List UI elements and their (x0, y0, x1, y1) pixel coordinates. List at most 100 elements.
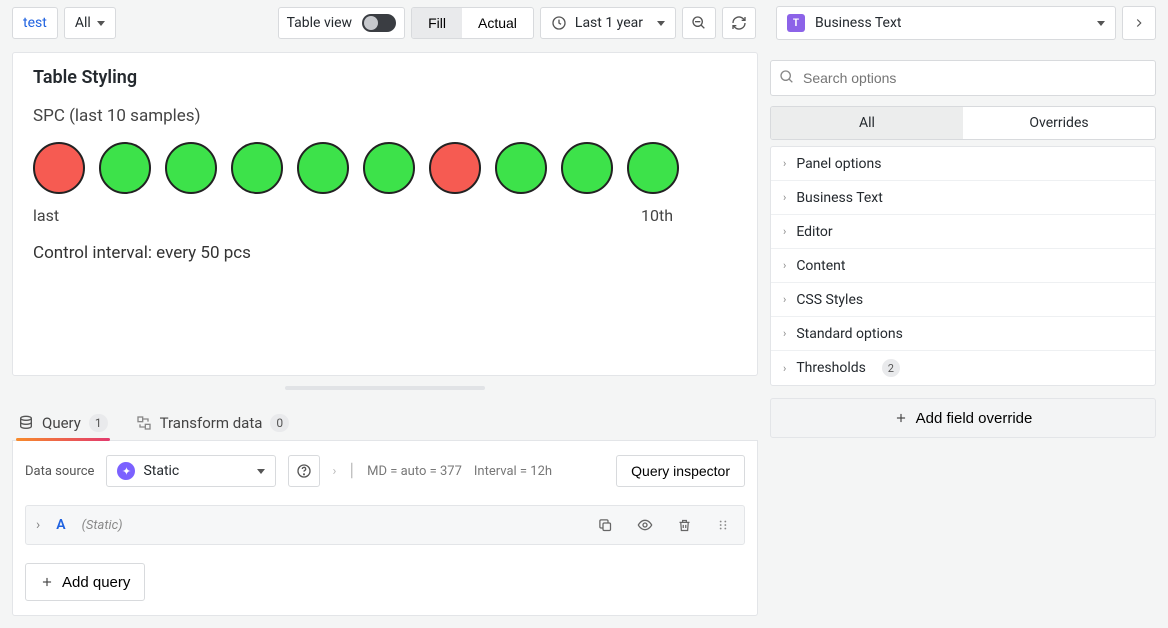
copy-icon (598, 518, 613, 533)
options-sidebar: All Overrides ›Panel options›Business Te… (770, 60, 1156, 438)
spc-dot (561, 142, 613, 194)
visualization-picker[interactable]: T Business Text (776, 6, 1116, 40)
resize-handle[interactable] (12, 386, 758, 392)
query-inspector-button[interactable]: Query inspector (616, 455, 745, 487)
table-view-toggle[interactable]: Table view (278, 7, 406, 39)
chevron-right-icon: › (783, 259, 786, 272)
options-section-label: CSS Styles (796, 292, 863, 308)
delete-query-button[interactable] (673, 518, 696, 533)
chevron-down-icon (97, 21, 105, 26)
toggle-query-visibility-button[interactable] (633, 517, 657, 533)
time-range-picker[interactable]: Last 1 year (540, 7, 676, 39)
plus-icon (40, 575, 54, 589)
clock-icon (551, 15, 567, 31)
fit-fill-button[interactable]: Fill (412, 8, 462, 38)
table-view-label: Table view (287, 15, 353, 31)
datasource-plugin-icon: ✦ (117, 462, 135, 480)
options-section-label: Panel options (796, 156, 881, 172)
axis-left-label: last (33, 206, 59, 225)
chevron-right-icon: › (783, 225, 786, 238)
chevron-down-icon (1097, 21, 1105, 26)
options-section-badge: 2 (882, 359, 900, 377)
options-section[interactable]: › Editor (771, 215, 1155, 249)
tab-overrides[interactable]: Overrides (963, 107, 1155, 139)
options-section-label: Business Text (796, 190, 883, 206)
chevron-right-icon: › (332, 464, 336, 479)
control-interval-text: Control interval: every 50 pcs (33, 243, 737, 263)
spc-dot (627, 142, 679, 194)
interval-info: Interval = 12h (474, 464, 552, 479)
panel-preview: Table Styling SPC (last 10 samples) last… (12, 52, 758, 376)
datasource-help-button[interactable] (288, 455, 320, 487)
viz-name: Business Text (815, 15, 902, 31)
panel-subtitle: SPC (last 10 samples) (33, 106, 737, 126)
variable-all-dropdown[interactable]: All (64, 7, 116, 39)
viz-plugin-icon: T (787, 14, 805, 32)
chevron-right-icon: › (783, 362, 786, 375)
zoom-out-icon (691, 15, 707, 31)
options-section[interactable]: › Content (771, 249, 1155, 283)
options-tabs: All Overrides (770, 106, 1156, 140)
options-section-label: Content (796, 258, 845, 274)
add-query-button[interactable]: Add query (25, 563, 145, 601)
tab-all[interactable]: All (771, 107, 963, 139)
query-source-name: (Static) (82, 518, 123, 533)
chevron-down-icon (257, 469, 265, 474)
trash-icon (677, 518, 692, 533)
query-row[interactable]: › A (Static) (25, 505, 745, 545)
chevron-down-icon (657, 21, 665, 26)
database-icon (18, 415, 34, 431)
variable-all-label: All (75, 15, 91, 31)
toggle-knob (364, 16, 378, 30)
spc-dots-row (33, 142, 737, 194)
grip-icon (716, 518, 730, 532)
datasource-select[interactable]: ✦ Static (106, 455, 276, 487)
spc-dot (99, 142, 151, 194)
refresh-button[interactable] (722, 7, 756, 39)
add-field-override-button[interactable]: Add field override (770, 398, 1156, 438)
spc-dot (165, 142, 217, 194)
axis-right-label: 10th (641, 206, 673, 225)
search-options-input[interactable] (770, 60, 1156, 96)
chevron-right-icon: › (783, 327, 786, 340)
tab-transform[interactable]: Transform data 0 (136, 406, 290, 440)
divider-icon: ⎮ (348, 464, 355, 479)
tab-query[interactable]: Query 1 (18, 406, 108, 440)
add-override-label: Add field override (916, 410, 1033, 427)
md-info: MD = auto = 377 (367, 464, 462, 479)
spc-dot (363, 142, 415, 194)
spc-dot (297, 142, 349, 194)
chevron-right-icon (1132, 16, 1146, 30)
datasource-name: Static (143, 463, 179, 479)
dashboard-link[interactable]: test (12, 7, 58, 39)
chevron-right-icon: › (783, 157, 786, 170)
spc-dot (33, 142, 85, 194)
search-icon (779, 69, 795, 85)
bottom-tabs: Query 1 Transform data 0 (12, 402, 758, 441)
query-ref-id: A (56, 517, 65, 533)
duplicate-query-button[interactable] (594, 518, 617, 533)
spc-dot (495, 142, 547, 194)
options-section[interactable]: ›Business Text (771, 181, 1155, 215)
zoom-out-button[interactable] (682, 7, 716, 39)
spc-dot (231, 142, 283, 194)
tab-query-label: Query (42, 414, 81, 432)
time-range-label: Last 1 year (575, 15, 643, 31)
chevron-right-icon: › (36, 517, 40, 533)
fit-actual-button[interactable]: Actual (462, 8, 533, 38)
drag-query-handle[interactable] (712, 518, 734, 532)
fit-mode-segment: Fill Actual (411, 7, 534, 39)
toggle-track (362, 14, 396, 32)
collapse-sidebar-button[interactable] (1122, 6, 1156, 40)
options-section[interactable]: › Panel options (771, 147, 1155, 181)
eye-icon (637, 517, 653, 533)
options-section[interactable]: ›Thresholds2 (771, 351, 1155, 385)
options-section-label: Standard options (796, 326, 903, 342)
options-section[interactable]: ›CSS Styles (771, 283, 1155, 317)
refresh-icon (731, 15, 747, 31)
tab-transform-label: Transform data (160, 414, 263, 432)
options-section-label: Editor (796, 224, 832, 240)
options-section[interactable]: › Standard options (771, 317, 1155, 351)
tab-query-count: 1 (89, 414, 108, 432)
plus-icon (894, 411, 908, 425)
